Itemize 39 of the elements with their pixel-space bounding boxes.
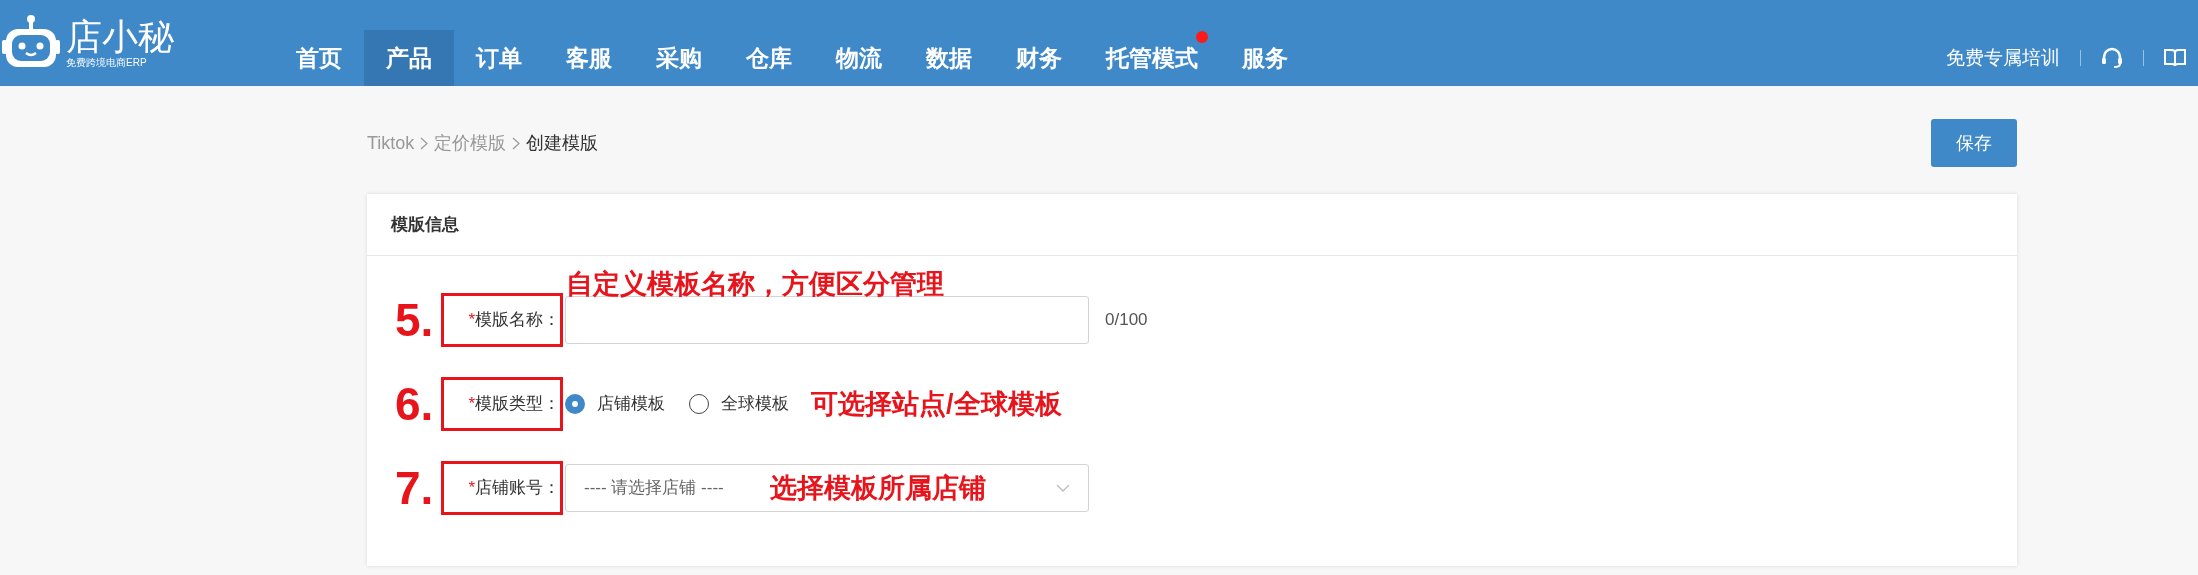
annotation-text: 选择模板所属店铺 [770, 472, 986, 505]
book-icon[interactable] [2164, 48, 2186, 68]
field-label: *模版名称： [468, 309, 560, 332]
field-label: *店铺账号： [468, 477, 560, 500]
nav-tab[interactable]: 首页 [274, 30, 364, 86]
breadcrumb-item[interactable]: Tiktok [367, 129, 415, 157]
nav-tab[interactable]: 财务 [994, 30, 1084, 86]
radio-option[interactable]: 店铺模板 [565, 391, 665, 417]
name-input[interactable] [565, 296, 1089, 344]
training-link[interactable]: 免费专属培训 [1946, 43, 2060, 73]
breadcrumb-item: 创建模版 [526, 131, 599, 155]
nav-tab[interactable]: 托管模式 [1084, 30, 1220, 86]
radio-option[interactable]: 全球模板 [689, 391, 789, 417]
logo-tagline: 免费跨境电商ERP [66, 57, 148, 68]
nav-tab[interactable]: 客服 [544, 30, 634, 86]
nav-tab[interactable]: 采购 [634, 30, 724, 86]
save-button[interactable]: 保存 [1931, 119, 2017, 167]
annotation-text: 可选择站点/全球模板 [811, 387, 1062, 421]
chevron-right-icon [512, 136, 521, 150]
annotation-text: 自定义模板名称，方便区分管理 [566, 268, 944, 301]
headset-icon[interactable] [2101, 47, 2123, 69]
nav-tab[interactable]: 仓库 [724, 30, 814, 86]
nav-tab[interactable]: 数据 [904, 30, 994, 86]
step-number: 7. [395, 465, 435, 511]
radio-button[interactable] [689, 394, 709, 414]
nav-tab[interactable]: 产品 [364, 30, 454, 86]
logo-name: 店小秘 [66, 18, 174, 55]
chevron-right-icon [420, 136, 429, 150]
step-number: 6. [395, 381, 435, 427]
chevron-down-icon [1056, 483, 1070, 493]
card-title: 模版信息 [391, 213, 459, 236]
nav-tab[interactable]: 服务 [1220, 30, 1310, 86]
nav-tab[interactable]: 物流 [814, 30, 904, 86]
char-counter: 0/100 [1105, 309, 1148, 332]
field-label: *模版类型： [468, 393, 560, 416]
radio-button[interactable] [565, 394, 585, 414]
breadcrumb-item[interactable]: 定价模版 [434, 129, 507, 157]
nav-tab[interactable]: 订单 [454, 30, 544, 86]
step-number: 5. [395, 297, 435, 343]
